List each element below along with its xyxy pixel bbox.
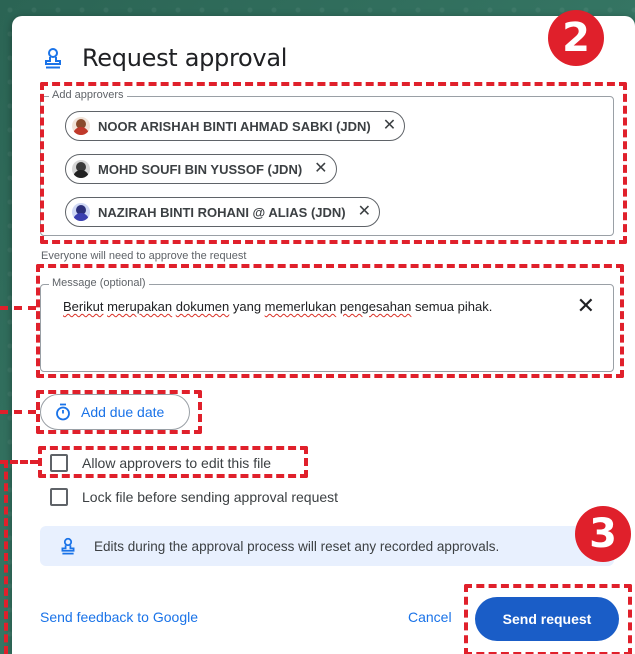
approver-chip[interactable]: MOHD SOUFI BIN YUSSOF (JDN) ✕	[65, 154, 337, 184]
approval-stamp-icon	[42, 47, 64, 69]
send-feedback-link[interactable]: Send feedback to Google	[40, 609, 198, 625]
avatar	[72, 117, 90, 135]
remove-approver-icon[interactable]: ✕	[383, 118, 396, 134]
allow-edit-label: Allow approvers to edit this file	[82, 455, 272, 471]
info-banner: Edits during the approval process will r…	[40, 526, 614, 566]
request-approval-dialog: Request approval Add approvers NOOR ARIS…	[12, 16, 635, 654]
misspelled-word: pengesahan	[339, 299, 412, 314]
allow-edit-checkbox[interactable]	[50, 454, 68, 472]
approver-chip[interactable]: NOOR ARISHAH BINTI AHMAD SABKI (JDN) ✕	[65, 111, 406, 141]
send-request-button[interactable]: Send request	[475, 597, 619, 641]
lock-file-label: Lock file before sending approval reques…	[82, 489, 339, 505]
dialog-title: Request approval	[82, 44, 288, 72]
remove-approver-icon[interactable]: ✕	[314, 161, 327, 177]
lock-file-row[interactable]: Lock file before sending approval reques…	[50, 488, 338, 506]
cancel-button[interactable]: Cancel	[408, 609, 452, 625]
misspelled-word: memerlukan	[264, 299, 337, 314]
approvers-field[interactable]: Add approvers NOOR ARISHAH BINTI AHMAD S…	[40, 89, 614, 236]
approvers-helper-text: Everyone will need to approve the reques…	[41, 250, 247, 262]
send-request-label: Send request	[502, 611, 592, 627]
approver-name: MOHD SOUFI BIN YUSSOF (JDN)	[98, 161, 303, 177]
allow-edit-row[interactable]: Allow approvers to edit this file	[50, 454, 271, 472]
add-due-date-button[interactable]: Add due date	[40, 394, 190, 430]
approval-stamp-icon	[60, 537, 76, 555]
message-field[interactable]: Message (optional) Berikut merupakan dok…	[40, 277, 614, 372]
message-text-segment: semua pihak.	[411, 299, 493, 314]
avatar	[72, 203, 90, 221]
step-badge-3: 3	[575, 506, 631, 562]
misspelled-word: dokumen	[175, 299, 230, 314]
dialog-header: Request approval	[42, 44, 287, 72]
approver-name: NAZIRAH BINTI ROHANI @ ALIAS (JDN)	[98, 204, 346, 220]
misspelled-word: Berikut	[63, 299, 104, 314]
info-text: Edits during the approval process will r…	[94, 538, 500, 554]
message-legend: Message (optional)	[49, 277, 149, 289]
approvers-legend: Add approvers	[49, 89, 127, 101]
add-due-date-label: Add due date	[81, 404, 165, 420]
message-text-segment: yang	[229, 299, 265, 314]
timer-icon	[55, 403, 71, 421]
misspelled-word: merupakan	[107, 299, 173, 314]
approver-chip[interactable]: NAZIRAH BINTI ROHANI @ ALIAS (JDN) ✕	[65, 197, 381, 227]
step-badge-2: 2	[548, 10, 604, 66]
message-input[interactable]: Berikut merupakan dokumen yang memerluka…	[63, 297, 533, 317]
remove-approver-icon[interactable]: ✕	[358, 204, 371, 220]
lock-file-checkbox[interactable]	[50, 488, 68, 506]
clear-message-icon[interactable]: ✕	[577, 293, 595, 319]
approver-name: NOOR ARISHAH BINTI AHMAD SABKI (JDN)	[98, 118, 371, 134]
avatar	[72, 160, 90, 178]
